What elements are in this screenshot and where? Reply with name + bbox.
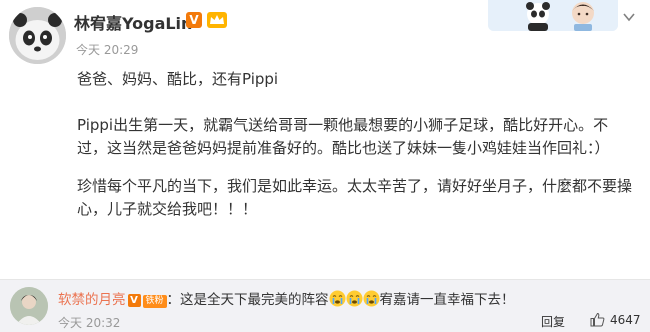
vip-icon[interactable]: V [186, 12, 202, 28]
comment-text-1: 这是全天下最完美的阵容 [180, 292, 329, 308]
reply-button[interactable]: 回复 [541, 313, 565, 330]
comment-item: 软禁的月亮 V 铁粉 ：这是全天下最完美的阵容 宥嘉请一直幸福下去！ 今天 20:32 … [0, 279, 650, 332]
commenter-name[interactable]: 软禁的月亮 [58, 292, 126, 308]
crown-icon[interactable] [207, 12, 227, 28]
post-timestamp[interactable]: 今天 20:29 [76, 41, 138, 58]
post-paragraph-1: 爸爸、妈妈、酷比，还有Pippi [77, 70, 279, 88]
post-paragraph-3: 珍惜每个平凡的当下，我们是如此幸运。太太辛苦了，请好好坐月子，什麼都不要操心，儿… [77, 177, 633, 218]
commenter-avatar[interactable] [10, 287, 48, 325]
more-chevron-icon[interactable] [620, 8, 638, 26]
fan-badge[interactable]: 铁粉 [142, 295, 167, 308]
crying-face-emoji-icon [346, 290, 363, 307]
crying-face-emoji-icon [363, 290, 380, 307]
comment-separator: ： [166, 292, 181, 308]
comment-text-2: 宥嘉请一直幸福下去！ [379, 292, 515, 308]
panda-card-decoration [488, 0, 618, 31]
panda-avatar-icon [9, 7, 66, 64]
author-avatar[interactable] [9, 7, 66, 64]
like-count[interactable]: 4647 [610, 313, 641, 327]
comment-line: 软禁的月亮 V 铁粉 ：这是全天下最完美的阵容 宥嘉请一直幸福下去！ [58, 288, 515, 308]
post-paragraph-2: Pippi出生第一天，就霸气送给哥哥一颗他最想要的小狮子足球，酷比好开心。不过，… [77, 116, 610, 157]
author-name[interactable]: 林宥嘉YogaLin [74, 10, 192, 34]
crying-face-emoji-icon [329, 290, 346, 307]
comment-timestamp: 今天 20:32 [58, 316, 121, 330]
post-content: 爸爸、妈妈、酷比，还有Pippi Pippi出生第一天，就霸气送给哥哥一颗他最想… [77, 68, 632, 221]
like-thumb-icon[interactable] [590, 312, 605, 327]
commenter-vip-icon[interactable]: V [127, 294, 141, 307]
